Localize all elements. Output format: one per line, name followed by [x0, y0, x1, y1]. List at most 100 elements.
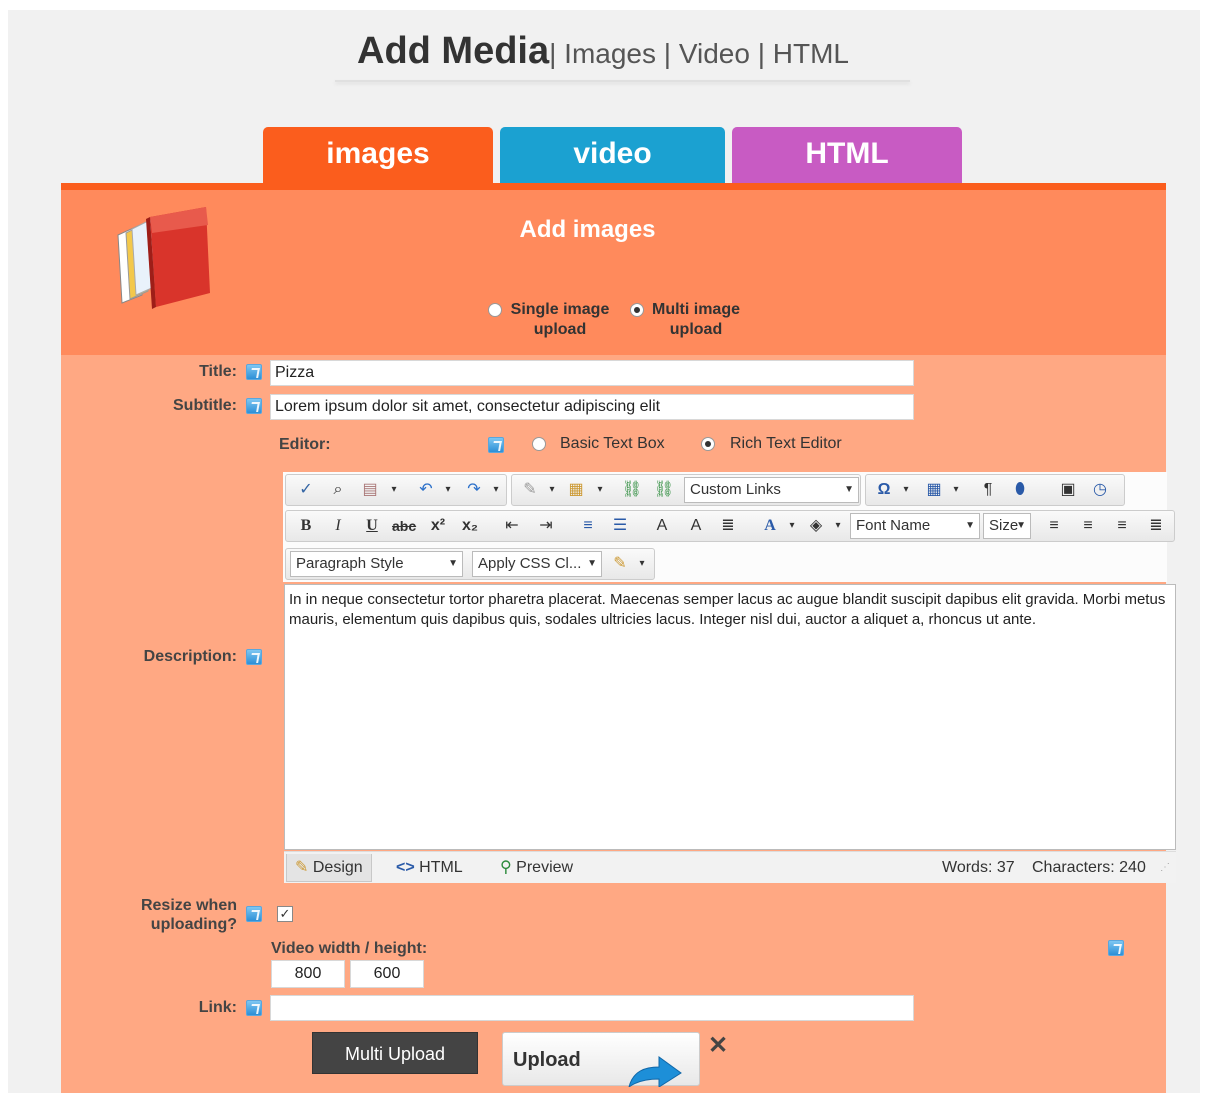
toolbar-group-special: Ω ▾ ▦ ▾ ¶ ⬮ ▣ ◷ — [865, 474, 1125, 506]
format-painter-icon[interactable]: ✎ — [608, 552, 632, 576]
superscript-icon[interactable]: x² — [426, 514, 450, 538]
single-upload-option[interactable]: Single image upload — [487, 300, 617, 340]
title-input[interactable] — [270, 360, 914, 386]
paragraph-style-dropdown[interactable]: Paragraph Style ▼ — [290, 551, 463, 577]
tab-images[interactable]: images — [263, 127, 493, 183]
help-icon[interactable] — [246, 364, 262, 380]
symbol-dropdown-icon[interactable]: ▾ — [894, 478, 918, 502]
multi-upload-button[interactable]: Multi Upload — [312, 1032, 478, 1074]
spellcheck-icon[interactable]: ✓ — [294, 478, 318, 502]
paste-icon[interactable]: ▤ — [358, 478, 382, 502]
redo-dropdown-icon[interactable]: ▾ — [484, 478, 508, 502]
tab-html[interactable]: HTML — [732, 127, 962, 183]
paragraph-icon[interactable]: ¶ — [976, 478, 1000, 502]
editor-label: Editor: — [279, 436, 331, 453]
close-icon[interactable]: ✕ — [708, 1031, 728, 1060]
video-height-input[interactable] — [350, 960, 424, 988]
omega-icon[interactable]: Ω — [872, 478, 896, 502]
page-header: Add Media| Images | Video | HTML — [0, 30, 1206, 73]
subtitle-input[interactable] — [270, 394, 914, 420]
link-input[interactable] — [270, 995, 914, 1021]
chevron-down-icon: ▼ — [1016, 520, 1026, 531]
chevron-down-icon: ▼ — [587, 558, 597, 569]
preview-mode-label: Preview — [516, 859, 574, 876]
module-icon[interactable]: ▣ — [1056, 478, 1080, 502]
font-color-icon[interactable]: A — [758, 514, 782, 538]
background-color-dropdown-icon[interactable]: ▾ — [826, 514, 850, 538]
outdent-icon[interactable]: ⇤ — [500, 514, 524, 538]
size-dropdown[interactable]: Size ▼ — [983, 513, 1031, 539]
underline-icon[interactable]: U — [360, 514, 384, 538]
code-icon: <> — [396, 859, 415, 876]
align-right-icon[interactable]: ≡ — [1110, 514, 1134, 538]
undo-icon[interactable]: ↶ — [414, 478, 438, 502]
font-name-label: Font Name — [856, 517, 931, 534]
background-color-icon[interactable]: ◈ — [804, 514, 828, 538]
table-icon[interactable]: ▦ — [922, 478, 946, 502]
format-text-icon[interactable]: A — [650, 514, 674, 538]
table-dropdown-icon[interactable]: ▾ — [944, 478, 968, 502]
paragraph-style-label: Paragraph Style — [296, 555, 404, 572]
align-block-icon[interactable]: ≣ — [716, 514, 740, 538]
font-name-dropdown[interactable]: Font Name ▼ — [850, 513, 980, 539]
toolbar-group-format: B I U abc x² x₂ ⇤ ⇥ ≡ ☰ A A ≣ A ▾ ◈ ▾ Fo… — [285, 510, 1175, 542]
rich-text-radio[interactable] — [701, 437, 715, 451]
help-icon[interactable] — [246, 398, 262, 414]
pencil-dropdown-icon[interactable]: ▾ — [540, 478, 564, 502]
bold-icon[interactable]: B — [294, 514, 318, 538]
single-upload-label: Single image upload — [510, 301, 610, 338]
chevron-down-icon: ▼ — [448, 558, 458, 569]
image-manager-icon[interactable]: ▦ — [564, 478, 588, 502]
unlink-icon[interactable]: ⛓ — [652, 478, 676, 502]
strikethrough-icon[interactable]: abc — [392, 514, 416, 538]
align-left-icon[interactable]: ≡ — [1042, 514, 1066, 538]
format-painter-dropdown-icon[interactable]: ▾ — [630, 552, 654, 576]
image-dropdown-icon[interactable]: ▾ — [588, 478, 612, 502]
media-type-links[interactable]: | Images | Video | HTML — [549, 38, 849, 69]
clock-icon[interactable]: ◷ — [1088, 478, 1112, 502]
custom-links-dropdown[interactable]: Custom Links ▼ — [684, 477, 859, 503]
chevron-down-icon: ▼ — [965, 520, 975, 531]
panel-title: Add images — [519, 216, 656, 243]
multi-upload-option[interactable]: Multi image upload — [628, 300, 748, 340]
upload-button[interactable]: Upload — [502, 1032, 700, 1087]
bullet-list-icon[interactable]: ☰ — [608, 514, 632, 538]
italic-icon[interactable]: I — [326, 514, 350, 538]
single-upload-radio[interactable] — [488, 303, 502, 317]
resize-grip-icon[interactable]: ⋰ — [1160, 862, 1170, 873]
rich-text-label: Rich Text Editor — [730, 435, 842, 452]
basic-text-radio[interactable] — [532, 437, 546, 451]
design-mode-button[interactable]: ✎ Design — [286, 854, 372, 882]
indent-icon[interactable]: ⇥ — [534, 514, 558, 538]
html-mode-button[interactable]: <> HTML — [388, 854, 471, 882]
description-editor[interactable]: In in neque consectetur tortor pharetra … — [284, 584, 1176, 850]
video-width-input[interactable] — [271, 960, 345, 988]
clean-icon[interactable]: ⬮ — [1008, 478, 1032, 502]
align-justify-icon[interactable]: ≣ — [1144, 514, 1168, 538]
tab-video[interactable]: video — [500, 127, 725, 183]
font-color-dropdown-icon[interactable]: ▾ — [780, 514, 804, 538]
paste-dropdown-icon[interactable]: ▾ — [382, 478, 406, 502]
redo-icon[interactable]: ↷ — [462, 478, 486, 502]
pencil-icon[interactable]: ✎ — [518, 478, 542, 502]
numbered-list-icon[interactable]: ≡ — [576, 514, 600, 538]
help-icon[interactable] — [246, 906, 262, 922]
help-icon[interactable] — [246, 1000, 262, 1016]
link-icon[interactable]: ⛓ — [620, 478, 644, 502]
apply-css-dropdown[interactable]: Apply CSS Cl... ▼ — [472, 551, 602, 577]
preview-mode-button[interactable]: ⚲ Preview — [492, 854, 581, 882]
help-icon[interactable] — [246, 649, 262, 665]
clear-format-icon[interactable]: A — [684, 514, 708, 538]
align-center-icon[interactable]: ≡ — [1076, 514, 1100, 538]
tab-underline — [61, 183, 1166, 190]
editor-footer: ✎ Design <> HTML ⚲ Preview Words: 37 Cha… — [284, 851, 1176, 883]
multi-upload-radio[interactable] — [630, 303, 644, 317]
help-icon[interactable] — [1108, 940, 1124, 956]
resize-checkbox[interactable]: ✓ — [277, 906, 293, 922]
page-title: Add Media — [357, 30, 550, 72]
find-icon[interactable]: ⌕ — [326, 478, 350, 502]
toolbar-group-insert: ✎ ▾ ▦ ▾ ⛓ ⛓ Custom Links ▼ — [511, 474, 861, 506]
undo-dropdown-icon[interactable]: ▾ — [436, 478, 460, 502]
subscript-icon[interactable]: x₂ — [458, 514, 482, 538]
help-icon[interactable] — [488, 437, 504, 453]
